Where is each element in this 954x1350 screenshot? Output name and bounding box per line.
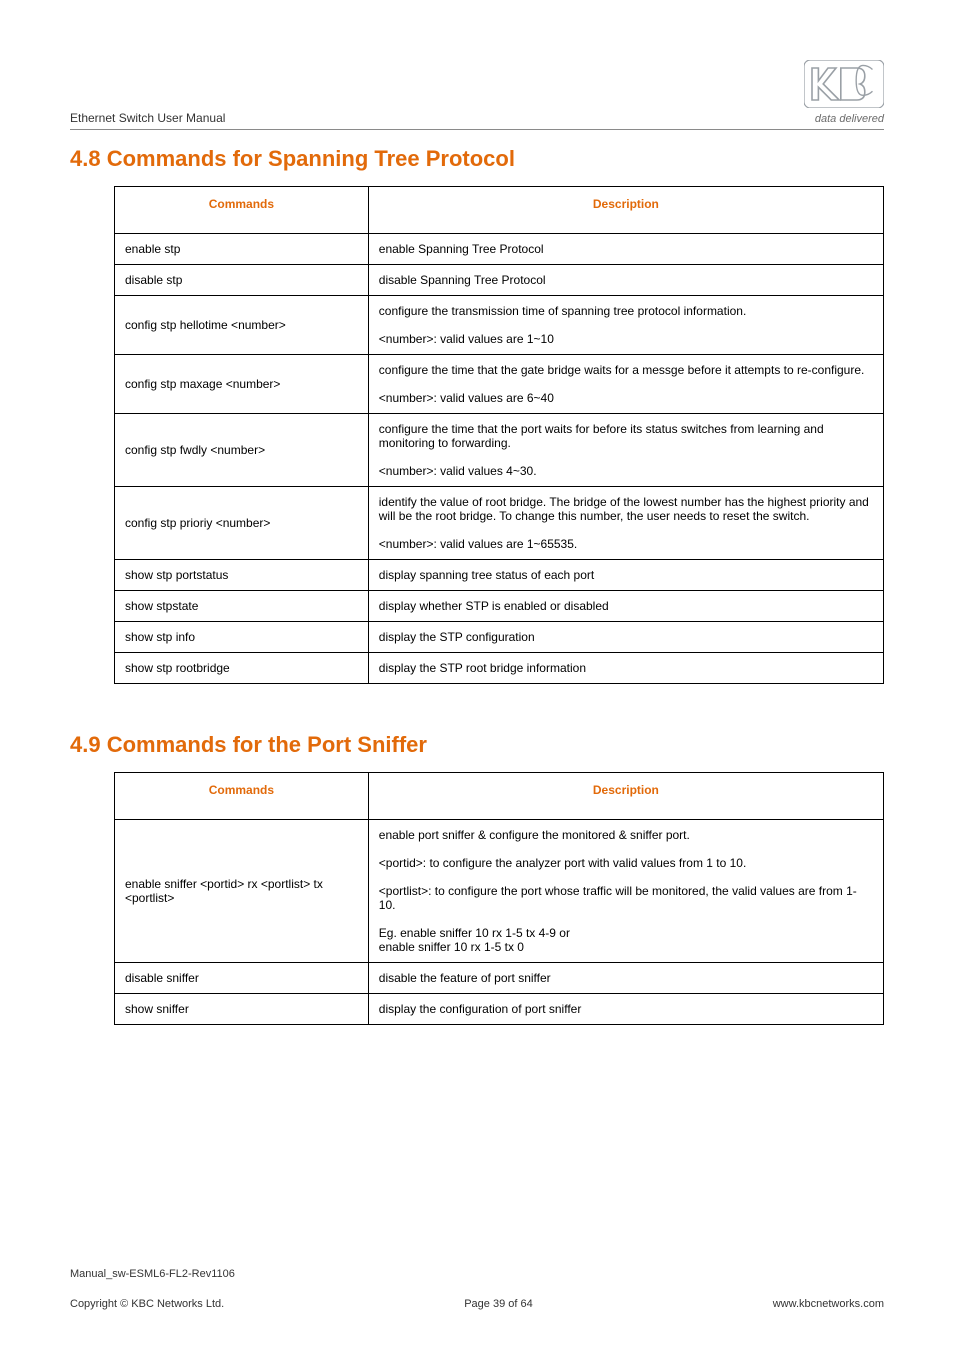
description-text: <number>: valid values 4~30. [379, 464, 873, 478]
description-text: display the configuration of port sniffe… [379, 1002, 873, 1016]
table-row: config stp maxage <number> configure the … [115, 355, 884, 414]
manual-title: Ethernet Switch User Manual [70, 111, 225, 125]
description-text: enable port sniffer & configure the moni… [379, 828, 873, 842]
footer-url: www.kbcnetworks.com [773, 1298, 884, 1310]
table-row: show stp info display the STP configurati… [115, 622, 884, 653]
table-port-sniffer-commands: Commands Description enable sniffer <por… [114, 772, 884, 1025]
command-cell: disable stp [115, 265, 369, 296]
description-cell: display the STP configuration [368, 622, 883, 653]
description-text: configure the time that the port waits f… [379, 422, 873, 450]
description-cell: enable Spanning Tree Protocol [368, 234, 883, 265]
description-text: <number>: valid values are 1~10 [379, 332, 873, 346]
description-text: enable Spanning Tree Protocol [379, 242, 873, 256]
description-text: display the STP root bridge information [379, 661, 873, 675]
footer-page-number: Page 39 of 64 [464, 1298, 533, 1310]
command-cell: enable sniffer <portid> rx <portlist> tx… [115, 820, 369, 963]
description-cell: identify the value of root bridge. The b… [368, 487, 883, 560]
command-cell: config stp prioriy <number> [115, 487, 369, 560]
description-cell: disable the feature of port sniffer [368, 963, 883, 994]
description-cell: configure the time that the gate bridge … [368, 355, 883, 414]
description-cell: configure the transmission time of spann… [368, 296, 883, 355]
description-cell: display whether STP is enabled or disabl… [368, 591, 883, 622]
description-text: display the STP configuration [379, 630, 873, 644]
description-text: configure the transmission time of spann… [379, 304, 873, 318]
description-text: disable the feature of port sniffer [379, 971, 873, 985]
table-row: config stp prioriy <number> identify the… [115, 487, 884, 560]
description-text: identify the value of root bridge. The b… [379, 495, 873, 523]
col-commands-header: Commands [115, 187, 369, 234]
description-cell: disable Spanning Tree Protocol [368, 265, 883, 296]
table-row: enable sniffer <portid> rx <portlist> tx… [115, 820, 884, 963]
col-description-header: Description [368, 187, 883, 234]
command-cell: config stp hellotime <number> [115, 296, 369, 355]
page-header: Ethernet Switch User Manual data deliver… [70, 60, 884, 130]
table-row: enable stp enable Spanning Tree Protocol [115, 234, 884, 265]
command-cell: config stp maxage <number> [115, 355, 369, 414]
table-row: show stpstate display whether STP is enab… [115, 591, 884, 622]
kbc-logo-icon [804, 60, 884, 108]
description-cell: configure the time that the port waits f… [368, 414, 883, 487]
description-text: <portlist>: to configure the port whose … [379, 884, 873, 912]
col-description-header: Description [368, 773, 883, 820]
table-row: config stp hellotime <number> configure t… [115, 296, 884, 355]
description-text: <number>: valid values are 1~65535. [379, 537, 873, 551]
description-cell: display spanning tree status of each por… [368, 560, 883, 591]
description-text: display spanning tree status of each por… [379, 568, 873, 582]
table-row: disable stp disable Spanning Tree Protoco… [115, 265, 884, 296]
table-row: show sniffer display the configuration of… [115, 994, 884, 1025]
command-cell: enable stp [115, 234, 369, 265]
description-cell: display the STP root bridge information [368, 653, 883, 684]
description-text: disable Spanning Tree Protocol [379, 273, 873, 287]
table-row: config stp fwdly <number> configure the t… [115, 414, 884, 487]
section-4-9-title: 4.9 Commands for the Port Sniffer [70, 732, 884, 758]
footer-manual-id: Manual_sw-ESML6-FL2-Rev1106 [70, 1268, 884, 1280]
description-text: Eg. enable sniffer 10 rx 1-5 tx 4-9 or e… [379, 926, 873, 954]
section-4-8-title: 4.8 Commands for Spanning Tree Protocol [70, 146, 884, 172]
col-commands-header: Commands [115, 773, 369, 820]
table-spanning-tree-commands: Commands Description enable stp enable Sp… [114, 186, 884, 684]
table-body-49: enable sniffer <portid> rx <portlist> tx… [115, 820, 884, 1025]
command-cell: config stp fwdly <number> [115, 414, 369, 487]
description-cell: display the configuration of port sniffe… [368, 994, 883, 1025]
command-cell: show stpstate [115, 591, 369, 622]
logo-tagline: data delivered [804, 113, 884, 125]
description-text: <number>: valid values are 6~40 [379, 391, 873, 405]
command-cell: show stp info [115, 622, 369, 653]
table-row: disable sniffer disable the feature of po… [115, 963, 884, 994]
command-cell: disable sniffer [115, 963, 369, 994]
command-cell: show sniffer [115, 994, 369, 1025]
description-text: display whether STP is enabled or disabl… [379, 599, 873, 613]
description-cell: enable port sniffer & configure the moni… [368, 820, 883, 963]
table-row: show stp portstatus display spanning tree… [115, 560, 884, 591]
command-cell: show stp portstatus [115, 560, 369, 591]
description-text: configure the time that the gate bridge … [379, 363, 873, 377]
description-text: <portid>: to configure the analyzer port… [379, 856, 873, 870]
command-cell: show stp rootbridge [115, 653, 369, 684]
footer-copyright: Copyright © KBC Networks Ltd. [70, 1298, 224, 1310]
table-row: show stp rootbridge display the STP root … [115, 653, 884, 684]
logo-block: data delivered [804, 60, 884, 125]
page-footer: Manual_sw-ESML6-FL2-Rev1106 Copyright © … [70, 1268, 884, 1310]
table-body-48: enable stp enable Spanning Tree Protocol d… [115, 234, 884, 684]
